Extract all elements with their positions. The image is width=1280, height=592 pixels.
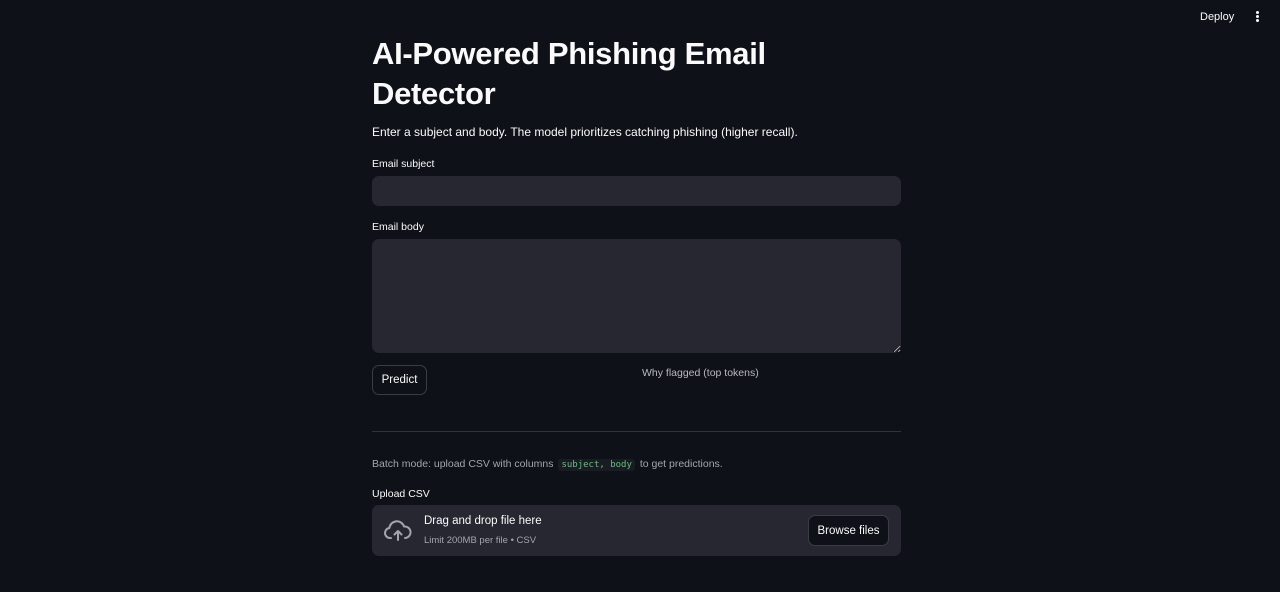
dropzone-limit: Limit 200MB per file • CSV [424, 535, 537, 546]
batch-text-after: to get predictions. [639, 458, 723, 470]
email-subject-input[interactable] [372, 176, 901, 206]
top-bar: Deploy [0, 0, 1280, 36]
columns-code: subject, body [558, 459, 635, 471]
why-flagged-label: Why flagged (top tokens) [642, 367, 759, 379]
predict-button[interactable]: Predict [372, 365, 427, 395]
email-body-input[interactable] [372, 239, 901, 353]
cloud-upload-icon [384, 520, 412, 541]
upload-csv-label: Upload CSV [372, 488, 430, 500]
email-body-label: Email body [372, 221, 424, 233]
intro-text: Enter a subject and body. The model prio… [372, 125, 798, 139]
page-title: AI-Powered Phishing Email Detector [372, 36, 766, 111]
email-subject-label: Email subject [372, 158, 435, 170]
kebab-menu-icon[interactable] [1251, 11, 1263, 25]
batch-text-before: Batch mode: upload CSV with columns [372, 458, 554, 470]
browse-files-button[interactable]: Browse files [808, 515, 889, 546]
batch-mode-text: Batch mode: upload CSV with columns subj… [372, 458, 723, 471]
file-dropzone[interactable]: Drag and drop file here Limit 200MB per … [372, 505, 901, 556]
section-divider [372, 431, 901, 432]
dropzone-title: Drag and drop file here [424, 515, 542, 527]
deploy-button[interactable]: Deploy [1200, 11, 1234, 23]
